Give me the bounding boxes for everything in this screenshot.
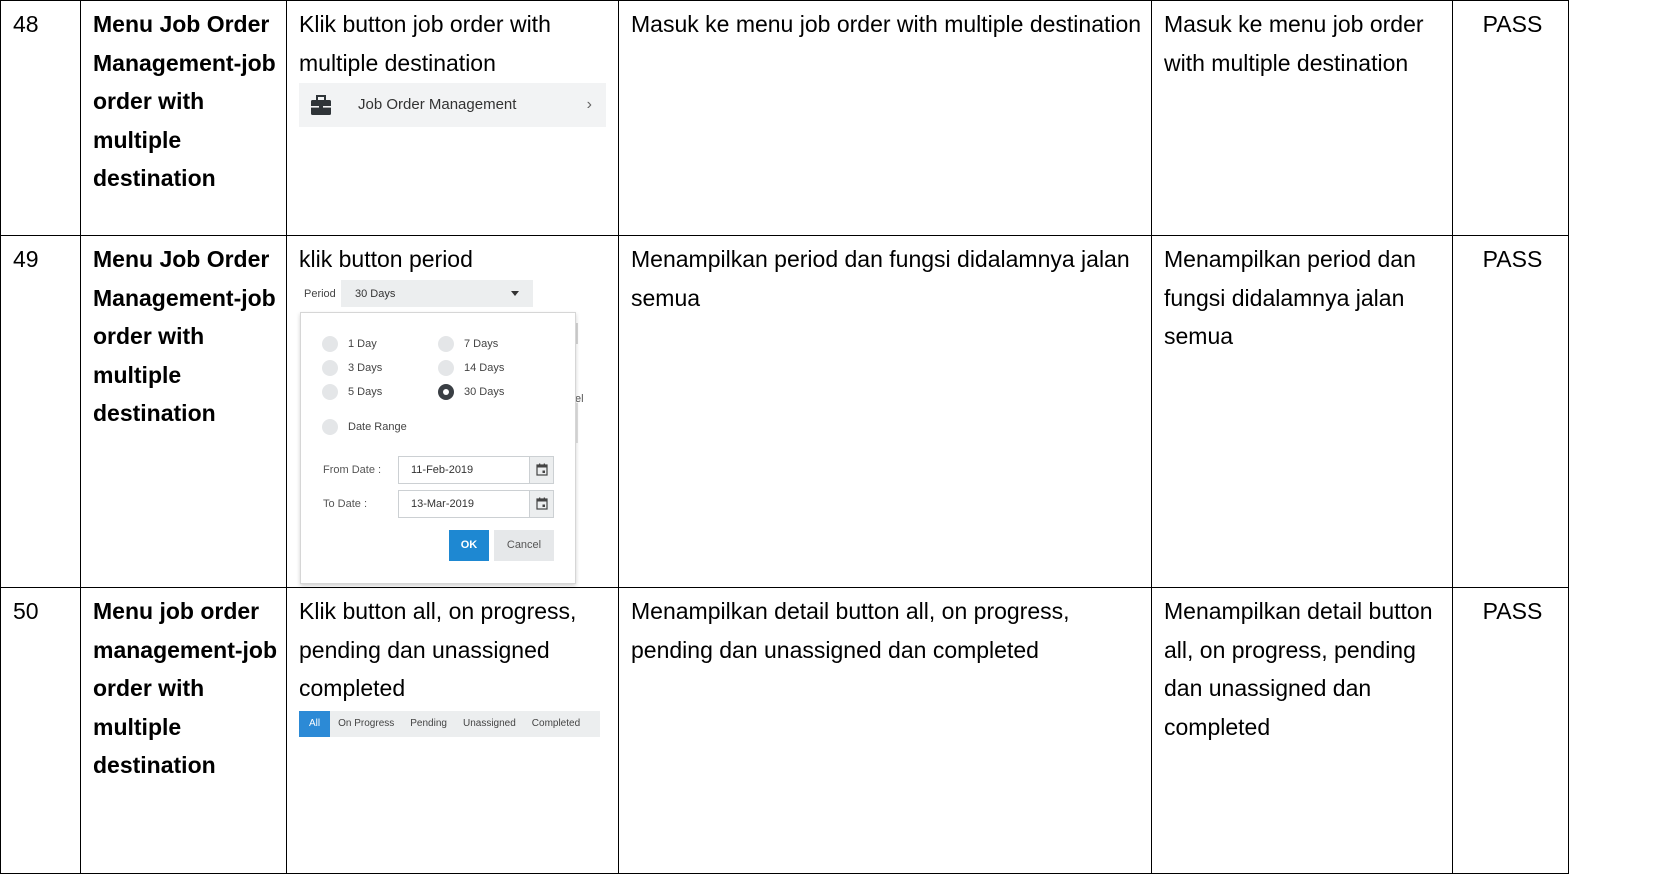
test-case-table: 48 Menu Job Order Management-job order w…: [0, 0, 1569, 874]
caret-down-icon: [511, 291, 519, 296]
background-edge: [576, 322, 578, 344]
expected-result: Masuk ke menu job order with multiple de…: [618, 0, 1152, 236]
option-14-days[interactable]: 14 Days: [438, 359, 504, 377]
option-date-range[interactable]: Date Range: [322, 418, 407, 436]
option-7-days[interactable]: 7 Days: [438, 335, 498, 353]
option-5-days[interactable]: 5 Days: [322, 383, 382, 401]
radio-unchecked[interactable]: [438, 359, 454, 376]
option-3-days[interactable]: 3 Days: [322, 359, 382, 377]
option-1-day[interactable]: 1 Day: [322, 335, 377, 353]
test-number: 50: [0, 587, 81, 874]
steps-text: klik button period: [299, 246, 473, 272]
to-date-label: To Date :: [323, 497, 368, 510]
test-number: 48: [0, 0, 81, 236]
period-header: Period 30 Days: [299, 279, 579, 309]
chevron-right-icon: ›: [586, 96, 592, 113]
option-label: Date Range: [348, 420, 407, 433]
option-30-days[interactable]: 30 Days: [438, 383, 504, 401]
period-label: Period: [304, 287, 336, 300]
test-steps: klik button period Period 30 Days el 1 D…: [286, 235, 619, 588]
table-row: 48 Menu Job Order Management-job order w…: [0, 0, 1569, 236]
status-badge: PASS: [1452, 0, 1569, 236]
option-label: 7 Days: [464, 337, 499, 350]
calendar-icon[interactable]: [530, 489, 554, 518]
status-filter-tabs: All On Progress Pending Unassigned Compl…: [299, 710, 600, 737]
test-steps: Klik button job order with multiple dest…: [286, 0, 619, 236]
from-date-input[interactable]: 11-Feb-2019: [398, 455, 530, 484]
radio-unchecked[interactable]: [322, 418, 338, 435]
test-number: 49: [0, 235, 81, 588]
test-title: Menu Job Order Management-job order with…: [80, 0, 287, 236]
steps-text: Klik button job order with multiple dest…: [299, 11, 551, 76]
tab-all[interactable]: All: [299, 710, 331, 737]
cancel-button[interactable]: Cancel: [494, 529, 554, 561]
to-date-input[interactable]: 13-Mar-2019: [398, 489, 530, 518]
actual-result: Menampilkan detail button all, on progre…: [1151, 587, 1453, 874]
option-label: 5 Days: [348, 385, 383, 398]
period-panel: 1 Day 7 Days 3 Days 14 Days 5 Days 30 Da…: [300, 311, 576, 584]
option-label: 30 Days: [464, 385, 505, 398]
test-steps: Klik button all, on progress, pending da…: [286, 587, 619, 874]
option-label: 1 Day: [348, 337, 377, 350]
from-date-label: From Date :: [323, 463, 382, 476]
menu-item-label: Job Order Management: [358, 96, 517, 113]
test-title: Menu Job Order Management-job order with…: [80, 235, 287, 588]
menu-item-job-order-management[interactable]: Job Order Management ›: [299, 83, 606, 127]
actual-result: Menampilkan period dan fungsi didalamnya…: [1151, 235, 1453, 588]
calendar-icon[interactable]: [530, 455, 554, 484]
table-row: 50 Menu job order management-job order w…: [0, 587, 1569, 874]
actual-result: Masuk ke menu job order with multiple de…: [1151, 0, 1453, 236]
ok-button[interactable]: OK: [449, 529, 489, 561]
period-select[interactable]: 30 Days: [341, 280, 533, 307]
expected-result: Menampilkan period dan fungsi didalamnya…: [618, 235, 1152, 588]
radio-unchecked[interactable]: [322, 335, 338, 352]
status-badge: PASS: [1452, 587, 1569, 874]
tab-pending[interactable]: Pending: [402, 711, 455, 737]
radio-checked[interactable]: [438, 383, 454, 400]
briefcase-icon: [311, 95, 331, 115]
option-label: 3 Days: [348, 361, 383, 374]
radio-unchecked[interactable]: [322, 383, 338, 400]
option-label: 14 Days: [464, 361, 505, 374]
from-date-row: From Date : 11-Feb-2019: [323, 455, 554, 485]
tab-unassigned[interactable]: Unassigned: [455, 711, 524, 737]
period-dropdown: Period 30 Days el 1 Day 7 Days 3 Days 14…: [299, 279, 584, 587]
radio-unchecked[interactable]: [322, 359, 338, 376]
status-badge: PASS: [1452, 235, 1569, 588]
to-date-row: To Date : 13-Mar-2019: [323, 489, 554, 519]
test-title: Menu job order management-job order with…: [80, 587, 287, 874]
steps-text: Klik button all, on progress, pending da…: [299, 598, 577, 701]
tab-on-progress[interactable]: On Progress: [330, 711, 402, 737]
table-row: 49 Menu Job Order Management-job order w…: [0, 235, 1569, 588]
radio-unchecked[interactable]: [438, 335, 454, 352]
background-edge: [576, 402, 578, 443]
tab-completed[interactable]: Completed: [524, 711, 588, 737]
expected-result: Menampilkan detail button all, on progre…: [618, 587, 1152, 874]
period-selected-value: 30 Days: [355, 287, 396, 300]
